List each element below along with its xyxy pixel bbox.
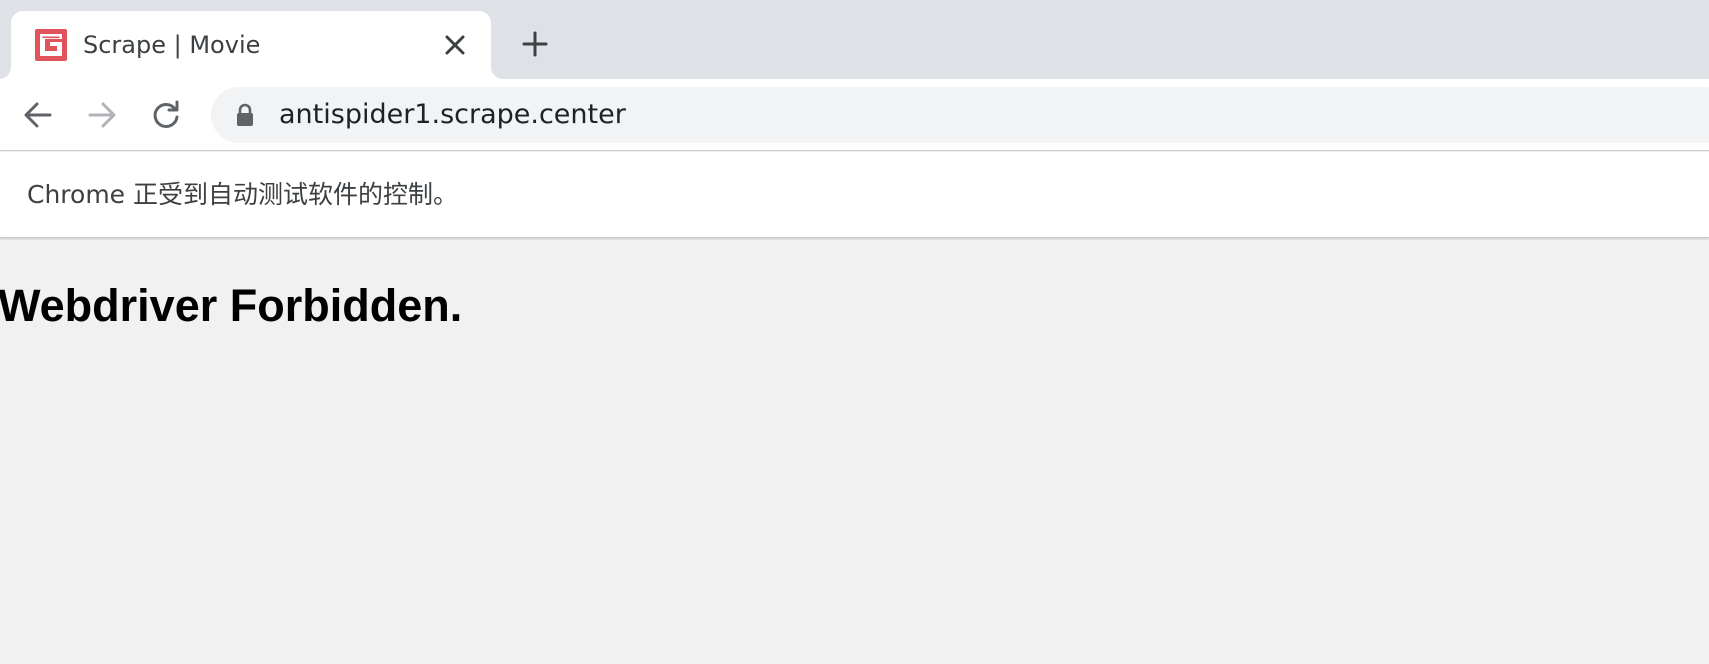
browser-tab[interactable]: Scrape | Movie — [0, 11, 503, 79]
scrape-logo-icon — [35, 29, 67, 61]
arrow-left-icon[interactable] — [20, 97, 56, 133]
tab-title: Scrape | Movie — [83, 31, 261, 59]
reload-icon[interactable] — [148, 97, 184, 133]
url-text[interactable]: antispider1.scrape.center — [279, 100, 626, 130]
page-heading: Webdriver Forbidden. — [0, 280, 463, 331]
infobar-message: Chrome 正受到自动测试软件的控制。 — [27, 180, 459, 209]
tab-curve-right — [491, 67, 503, 79]
page-content: Webdriver Forbidden. — [0, 240, 1709, 664]
address-bar[interactable]: antispider1.scrape.center — [211, 87, 1709, 143]
lock-icon[interactable] — [235, 103, 255, 127]
automation-infobar: Chrome 正受到自动测试软件的控制。 — [0, 152, 1709, 238]
plus-icon[interactable] — [521, 30, 549, 58]
close-icon[interactable] — [442, 32, 468, 58]
tab-strip: Scrape | Movie — [0, 0, 1709, 79]
tab-curve-left — [0, 67, 11, 79]
browser-toolbar: antispider1.scrape.center — [0, 79, 1709, 151]
arrow-right-icon[interactable] — [84, 97, 120, 133]
